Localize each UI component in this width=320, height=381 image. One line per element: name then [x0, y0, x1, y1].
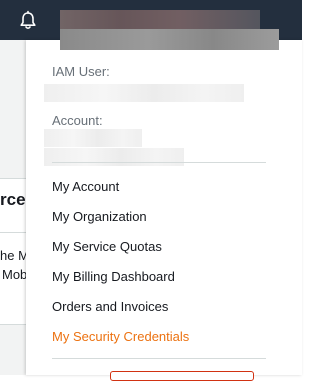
bell-icon[interactable]: [17, 10, 39, 32]
menu-item-orders-and-invoices[interactable]: Orders and Invoices: [52, 299, 168, 314]
account-label: Account:: [52, 113, 103, 128]
menu-item-my-security-credentials[interactable]: My Security Credentials: [52, 329, 189, 344]
redacted-account-name: [60, 29, 279, 50]
iam-user-label: IAM User:: [52, 64, 110, 79]
menu-item-my-account[interactable]: My Account: [52, 179, 119, 194]
redacted-iam-user-value: [44, 84, 244, 102]
menu-item-my-organization[interactable]: My Organization: [52, 209, 147, 224]
menu-separator: [52, 162, 266, 163]
redacted-account-id: [44, 129, 142, 147]
account-menu-toggle[interactable]: [60, 10, 260, 30]
menu-item-my-service-quotas[interactable]: My Service Quotas: [52, 239, 162, 254]
background-text-line: he M: [0, 248, 29, 263]
sign-out-button[interactable]: [110, 371, 254, 381]
menu-separator: [52, 358, 266, 359]
background-text-line: Mob: [2, 267, 28, 282]
redacted-account-id: [44, 148, 184, 166]
menu-item-my-billing-dashboard[interactable]: My Billing Dashboard: [52, 269, 175, 284]
